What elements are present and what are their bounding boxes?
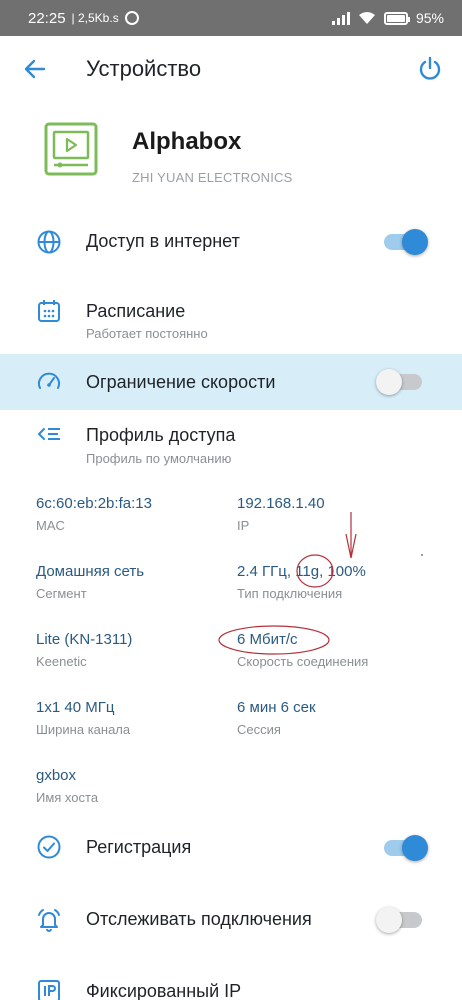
row-fixed-ip[interactable]: Фиксированный IP <box>0 970 462 1000</box>
info-ip: 192.168.1.40 IP <box>237 495 325 533</box>
ip-caption: IP <box>237 518 250 533</box>
track-connections-toggle[interactable] <box>376 907 422 933</box>
globe-icon <box>37 230 61 254</box>
info-link-speed: 6 Мбит/с Скорость соединения <box>237 631 368 669</box>
access-profile-label: Профиль доступа <box>86 425 236 445</box>
info-hostname: gxbox Имя хоста <box>36 767 98 805</box>
battery-percent: 95% <box>415 10 444 26</box>
info-keenetic: Lite (KN-1311) Keenetic <box>36 631 132 669</box>
info-connection-type: 2.4 ГГц, 11g, 100% Тип подключения <box>237 563 366 601</box>
connection-type-value: 2.4 ГГц, 11g, 100% <box>237 563 366 580</box>
mac-value: 6c:60:eb:2b:fa:13 <box>36 495 152 512</box>
page-title: Устройство <box>86 56 202 81</box>
segment-caption: Сегмент <box>36 586 87 601</box>
session-value: 6 мин 6 сек <box>237 699 316 716</box>
signal-icon <box>331 11 350 25</box>
link-speed-value: 6 Мбит/с <box>237 631 298 648</box>
ip-badge-icon <box>38 980 60 1000</box>
power-icon[interactable] <box>416 54 444 82</box>
app-header: Устройство <box>0 36 462 100</box>
row-internet-access[interactable]: Доступ в интернет <box>0 220 462 264</box>
keenetic-value: Lite (KN-1311) <box>36 631 133 648</box>
channel-width-caption: Ширина канала <box>36 722 131 737</box>
device-vendor: ZHI YUAN ELECTRONICS <box>132 170 293 185</box>
registration-toggle[interactable] <box>384 835 428 861</box>
info-mac: 6c:60:eb:2b:fa:13 MAC <box>36 495 152 533</box>
info-session: 6 мин 6 сек Сессия <box>237 699 316 737</box>
alarm-clock-icon <box>124 11 139 25</box>
wifi-icon <box>358 12 375 24</box>
access-profile-sublabel: Профиль по умолчанию <box>86 451 232 466</box>
row-schedule[interactable]: Расписание Работает постоянно <box>0 290 462 350</box>
mac-caption: MAC <box>36 518 65 533</box>
link-speed-caption: Скорость соединения <box>237 654 369 669</box>
arrow-left-icon[interactable] <box>22 56 48 82</box>
device-name: Alphabox <box>132 128 242 155</box>
session-caption: Сессия <box>237 722 281 737</box>
check-circle-icon <box>37 835 61 859</box>
calendar-icon <box>38 300 60 322</box>
speed-limit-label: Ограничение скорости <box>86 372 276 392</box>
alarm-bell-icon <box>38 909 60 932</box>
ip-value: 192.168.1.40 <box>237 495 325 512</box>
schedule-label: Расписание <box>86 301 186 321</box>
row-speed-limit[interactable]: Ограничение скорости <box>0 354 462 410</box>
fixed-ip-label: Фиксированный IP <box>86 981 242 1000</box>
row-track-connections[interactable]: Отслеживать подключения <box>0 898 462 942</box>
keenetic-caption: Keenetic <box>36 654 87 669</box>
status-net-speed: | 2,5Kb.s <box>71 11 119 25</box>
info-channel-width: 1x1 40 МГц Ширина канала <box>36 699 130 737</box>
status-bar: 22:25 | 2,5Kb.s 95% <box>0 0 462 36</box>
internet-access-label: Доступ в интернет <box>86 231 240 251</box>
channel-width-value: 1x1 40 МГц <box>36 699 115 716</box>
info-segment: Домашняя сеть Сегмент <box>36 563 144 601</box>
speedometer-icon <box>38 372 60 389</box>
registration-label: Регистрация <box>86 837 192 857</box>
row-access-profile[interactable]: Профиль доступа Профиль по умолчанию <box>0 414 462 474</box>
connection-type-caption: Тип подключения <box>237 586 343 601</box>
hostname-caption: Имя хоста <box>36 790 99 805</box>
schedule-sublabel: Работает постоянно <box>86 326 208 341</box>
internet-access-toggle[interactable] <box>384 229 428 255</box>
row-registration[interactable]: Регистрация <box>0 826 462 870</box>
status-time: 22:25 <box>28 9 66 27</box>
tv-player-icon <box>44 122 98 176</box>
track-connections-label: Отслеживать подключения <box>86 909 312 929</box>
battery-icon <box>383 11 410 25</box>
hostname-value: gxbox <box>36 767 77 784</box>
segment-value: Домашняя сеть <box>36 563 145 580</box>
list-icon <box>38 428 60 440</box>
speed-limit-toggle[interactable] <box>376 369 422 395</box>
